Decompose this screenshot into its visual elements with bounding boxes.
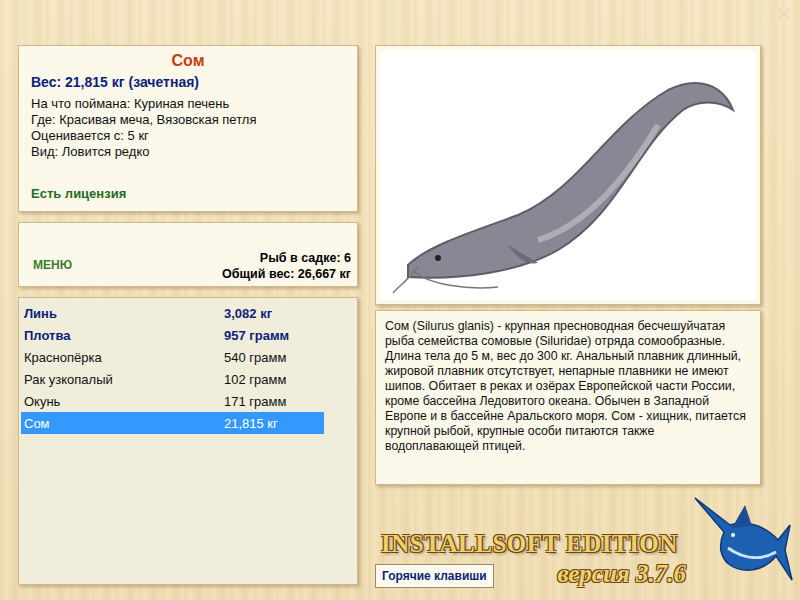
catch-weight: 540 грамм [224,350,324,365]
fish-picture-panel [375,45,761,305]
keepnet-stats: Рыб в садке: 6Общий вес: 26,667 кг [222,250,351,282]
fish-detail: Вид: Ловится редко [31,144,345,160]
catfish-icon [388,55,748,295]
fish-description: Сом (Silurus glanis) - крупная пресновод… [385,319,751,454]
catch-row[interactable]: Сом21,815 кг [21,412,324,434]
fish-picture [380,50,756,300]
logo-title: INSTALLSOFT EDITION [375,530,690,558]
catch-name: Сом [24,416,224,431]
catch-row[interactable]: Окунь171 грамм [21,390,324,412]
marlin-icon [690,490,795,590]
fish-detail: Где: Красивая меча, Вязовская петля [31,112,345,128]
menu-row: МЕНЮ Рыб в садке: 6Общий вес: 26,667 кг [33,227,351,282]
bottom-area: INSTALLSOFT EDITION Горячие клавиши версия… [375,490,795,590]
fish-card: Сом Вес: 21,815 кг (зачетная) На что пойма… [18,45,358,212]
catch-row[interactable]: Рак узкопалый102 грамм [21,368,324,390]
catch-name: Окунь [24,394,224,409]
catch-list: Линь3,082 кгПлотва957 граммКраснопёрка54… [18,297,358,585]
logo-area: INSTALLSOFT EDITION Горячие клавиши версия… [375,490,690,590]
catch-row[interactable]: Краснопёрка540 грамм [21,346,324,368]
catch-weight: 3,082 кг [224,306,324,321]
catch-name: Линь [24,306,224,321]
hotkeys-button[interactable]: Горячие клавиши [375,564,494,588]
catch-weight: 171 грамм [224,394,324,409]
right-column: Сом (Silurus glanis) - крупная пресновод… [375,45,761,590]
catch-weight: 102 грамм [224,372,324,387]
catch-row[interactable]: Линь3,082 кг [21,302,324,324]
description-panel: Сом (Silurus glanis) - крупная пресновод… [375,310,761,485]
total-weight: Общий вес: 26,667 кг [222,266,351,282]
fish-detail: На что поймана: Куриная печень [31,96,345,112]
fish-count: Рыб в садке: 6 [222,250,351,266]
fish-weight: Вес: 21,815 кг (зачетная) [31,74,345,90]
fish-title: Сом [31,52,345,70]
menu-button[interactable]: МЕНЮ [33,258,72,272]
catch-weight: 957 грамм [224,328,324,343]
catch-name: Рак узкопалый [24,372,224,387]
main-area: Сом Вес: 21,815 кг (зачетная) На что пойма… [0,45,800,590]
left-column: Сом Вес: 21,815 кг (зачетная) На что пойма… [18,45,358,590]
top-bar: × [0,0,800,45]
catch-name: Плотва [24,328,224,343]
game-screen: × Сом Вес: 21,815 кг (зачетная) На что пойм… [0,0,800,600]
fish-detail: Оценивается с: 5 кг [31,128,345,144]
bottom-row: Горячие клавиши версия 3.7.6 [375,560,690,588]
menu-panel: МЕНЮ Рыб в садке: 6Общий вес: 26,667 кг [18,222,358,287]
catch-row[interactable]: Плотва957 грамм [21,324,324,346]
catch-name: Краснопёрка [24,350,224,365]
catch-weight: 21,815 кг [224,416,324,431]
license-status: Есть лицензия [31,186,345,201]
close-button[interactable]: × [777,4,790,24]
version-label: версия 3.7.6 [557,560,690,588]
